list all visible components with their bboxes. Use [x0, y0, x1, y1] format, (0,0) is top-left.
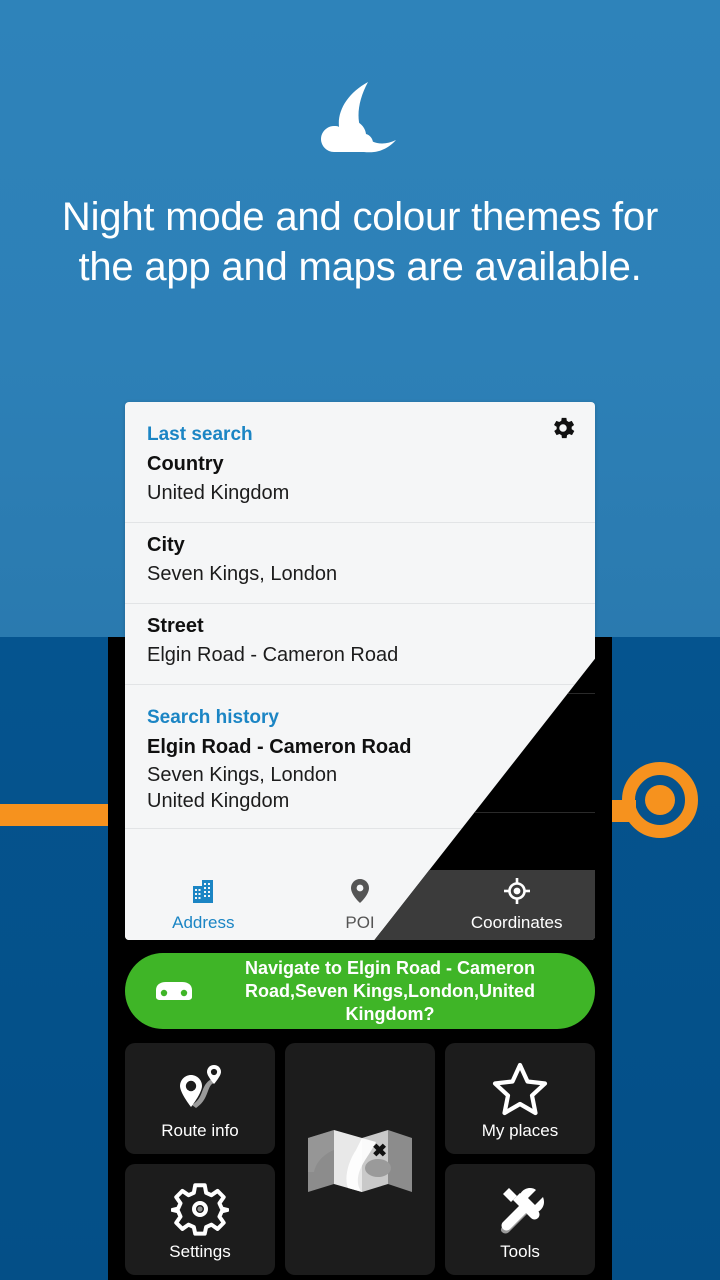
row-key: Country [147, 453, 224, 475]
tab-address[interactable]: Address [125, 878, 282, 933]
gear-icon[interactable] [549, 414, 577, 447]
tab-coordinates-dark[interactable]: Coordinates [438, 877, 595, 933]
last-search-label: Last search [147, 424, 253, 445]
tab-label: POI [345, 912, 375, 932]
road-dot [645, 785, 675, 815]
map-pin-icon [349, 878, 371, 909]
row-value: Elgin Road - Cameron Road [147, 644, 399, 666]
search-row-city[interactable]: City Seven Kings, London [125, 523, 595, 604]
route-pins-icon [171, 1057, 229, 1117]
tab-label: Coordinates [470, 912, 563, 932]
moon-cloud-icon [0, 78, 720, 168]
row-value: Seven Kings, London [147, 563, 338, 585]
search-row-street[interactable]: Street Elgin Road - Cameron Road [125, 604, 595, 685]
crosshair-icon [503, 877, 530, 909]
building-icon [191, 878, 215, 909]
page-title: Night mode and colour themes for the app… [61, 195, 659, 289]
car-icon [147, 978, 201, 1004]
screenshot-stage: Night mode and colour themes for the app… [0, 0, 720, 1280]
history-title: Elgin Road - Cameron Road [147, 736, 412, 758]
search-history-label: Search history [147, 707, 279, 728]
row-key: City [147, 534, 185, 556]
road-node-right [600, 762, 698, 860]
row-key: Street [147, 615, 204, 637]
search-row-country[interactable]: Country United Kingdom [125, 446, 595, 523]
tab-label: Address [172, 912, 235, 932]
row-value: United Kingdom [147, 482, 290, 504]
